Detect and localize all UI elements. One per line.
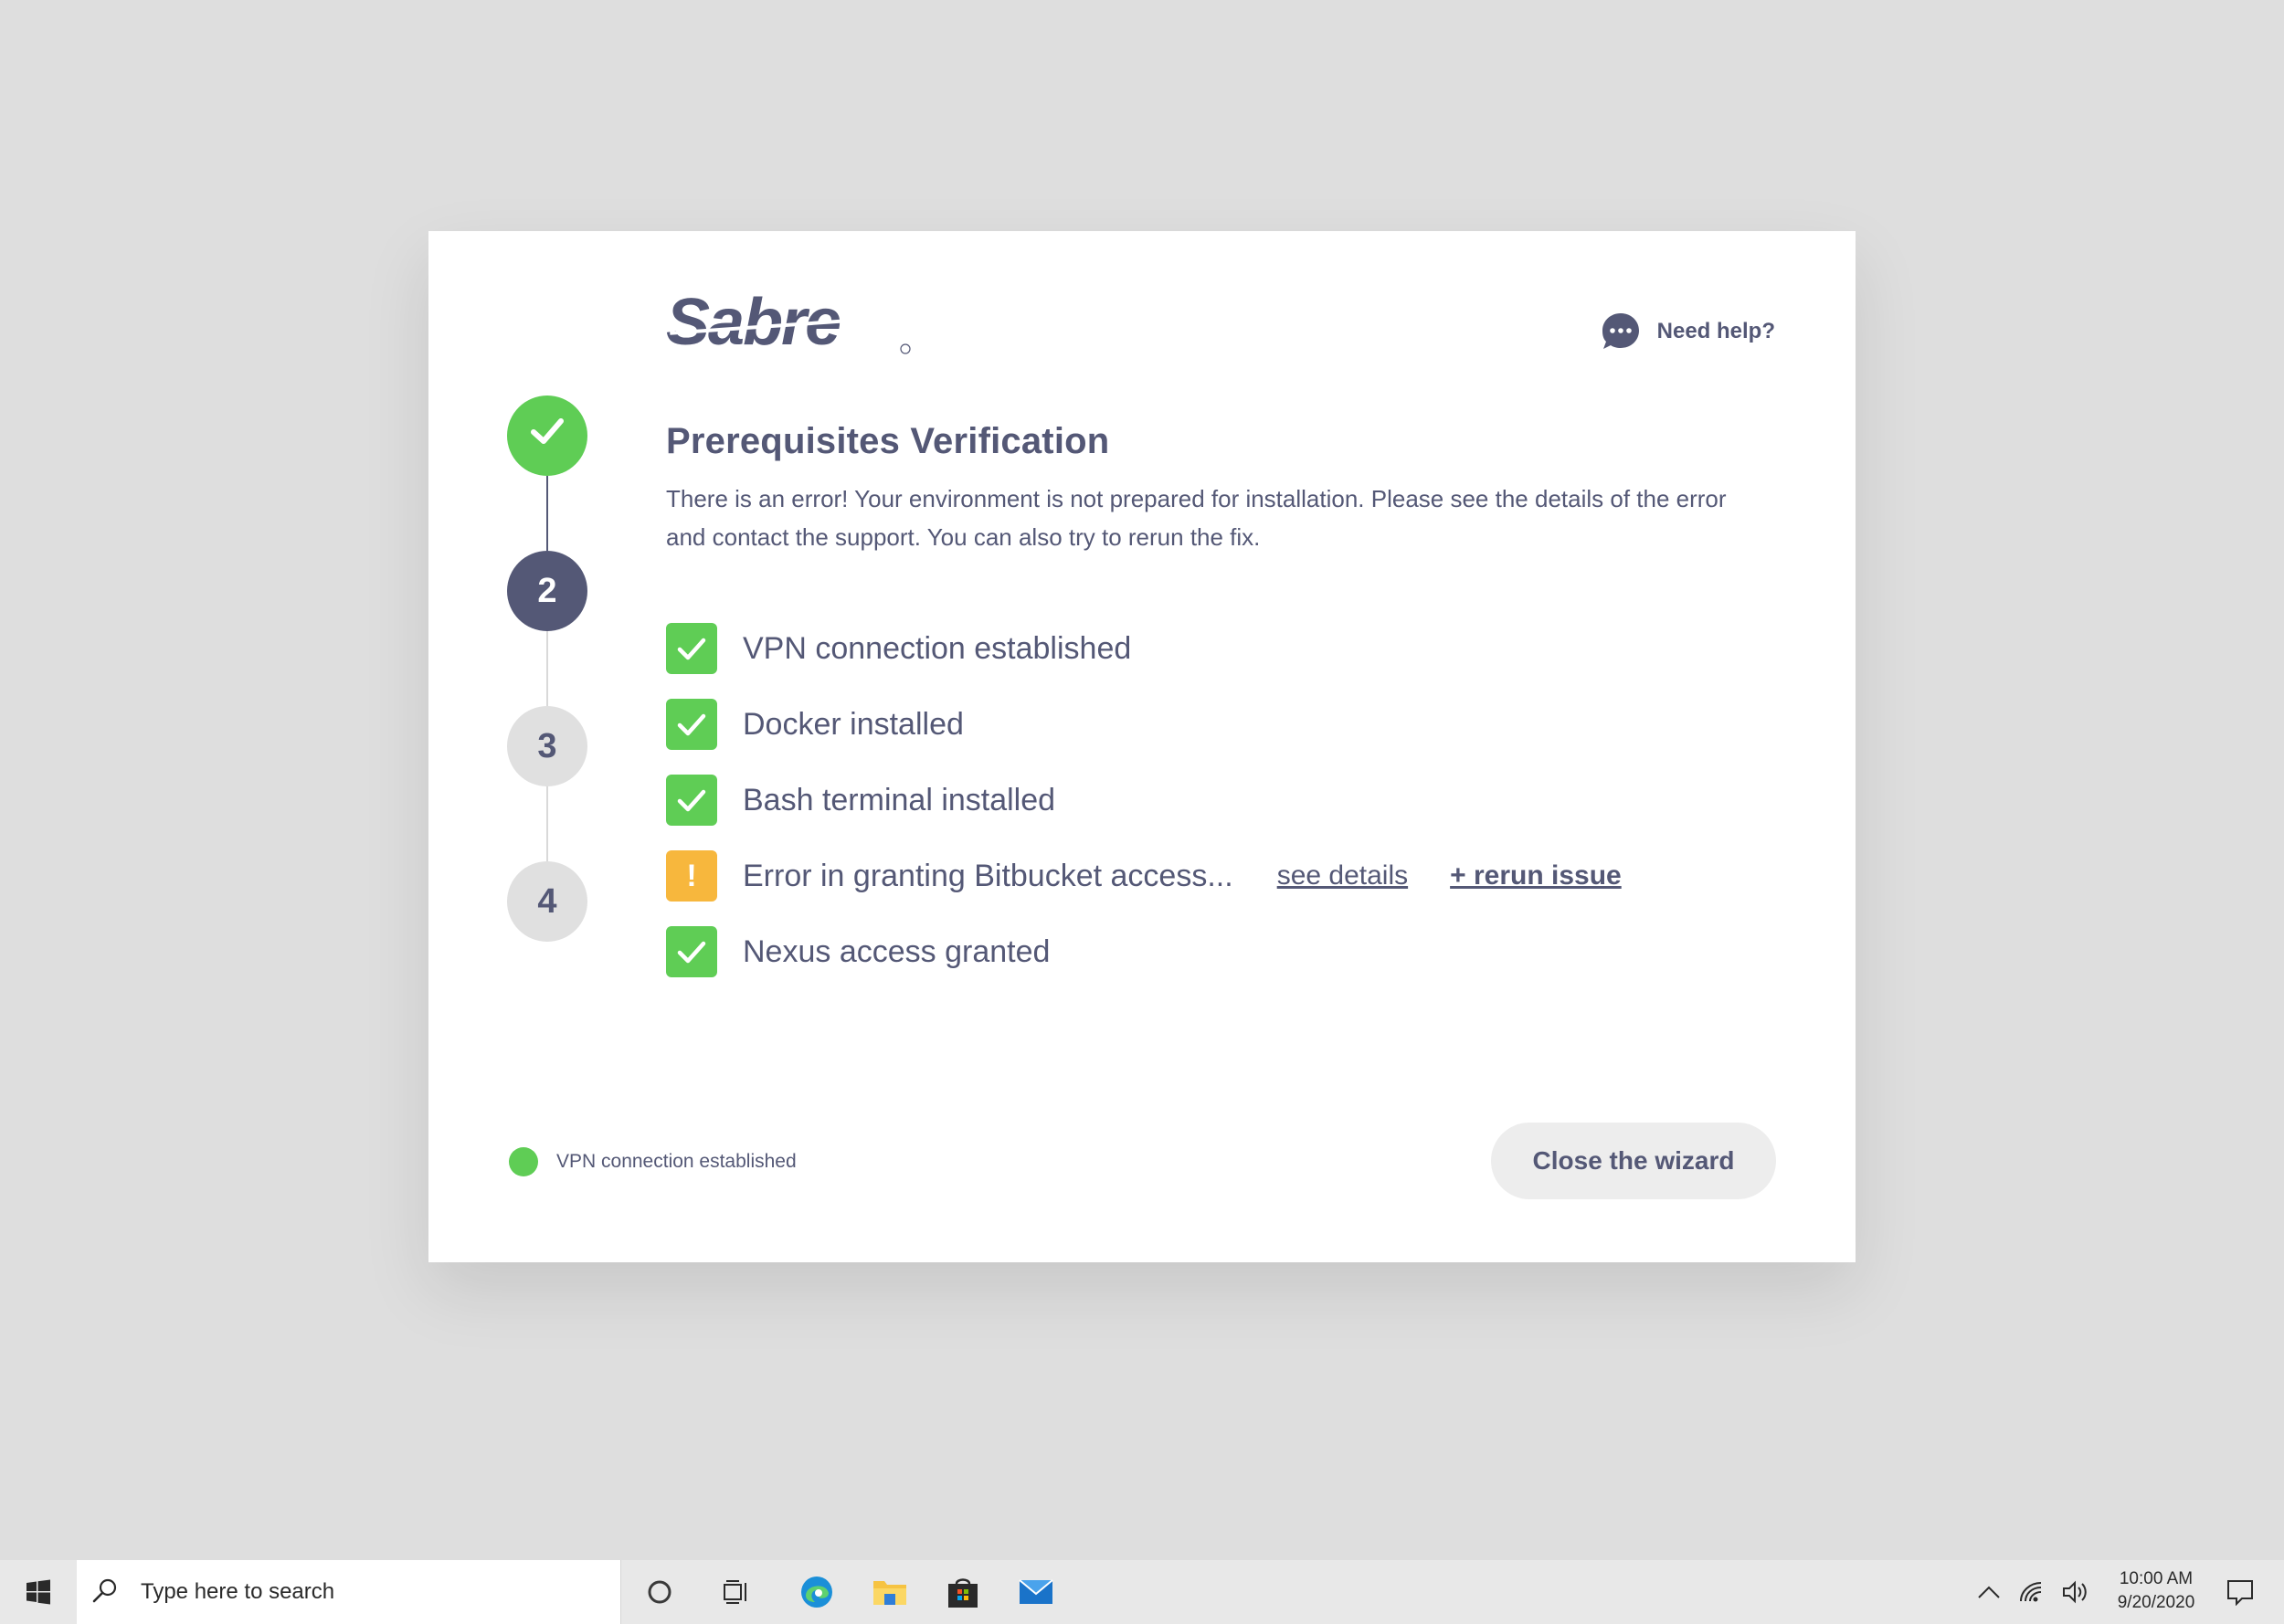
status-text: VPN connection established	[556, 1151, 797, 1172]
cortana-icon[interactable]	[640, 1560, 680, 1624]
step-connector-2	[546, 631, 548, 706]
taskbar-search[interactable]: Type here to search	[77, 1560, 621, 1624]
windows-start-icon[interactable]	[0, 1560, 77, 1624]
sabre-logo: Sabre	[666, 291, 911, 357]
exclamation-icon: !	[666, 850, 717, 902]
step-3-pending: 3	[507, 706, 587, 786]
clock-time: 10:00 AM	[2119, 1569, 2194, 1588]
check-label: Docker installed	[743, 706, 964, 742]
check-item-bash: Bash terminal installed	[666, 775, 1622, 826]
check-icon	[666, 926, 717, 977]
network-icon[interactable]	[2017, 1560, 2045, 1624]
check-icon	[666, 623, 717, 674]
check-icon	[666, 775, 717, 826]
step-2-number: 2	[537, 571, 557, 610]
step-1-complete	[507, 395, 587, 476]
wizard-stepper: 2 3 4	[507, 395, 587, 962]
need-help-link[interactable]: Need help?	[1601, 311, 1775, 352]
step-3-number: 3	[537, 726, 557, 765]
check-icon	[666, 699, 717, 750]
chat-bubble-icon	[1601, 311, 1641, 352]
search-placeholder: Type here to search	[141, 1579, 335, 1604]
check-label: Error in granting Bitbucket access...	[743, 858, 1233, 893]
step-connector-1	[546, 476, 548, 551]
step-4-number: 4	[537, 881, 557, 921]
installer-dialog: Sabre Need help? 2 3 4 Prerequisites Ver…	[428, 231, 1856, 1262]
page-description: There is an error! Your environment is n…	[666, 485, 1727, 551]
taskbar: Type here to search 10:00 AM 9/20/2020	[0, 1560, 2284, 1624]
check-label: Nexus access granted	[743, 933, 1051, 969]
close-wizard-button[interactable]: Close the wizard	[1491, 1123, 1776, 1199]
clock[interactable]: 10:00 AM 9/20/2020	[2101, 1567, 2211, 1615]
step-2-active: 2	[507, 551, 587, 631]
connection-status: VPN connection established	[509, 1147, 797, 1176]
rerun-issue-link[interactable]: + rerun issue	[1450, 860, 1622, 891]
check-icon	[526, 410, 568, 461]
prerequisite-list: VPN connection established Docker instal…	[666, 623, 1622, 1002]
file-explorer-icon[interactable]	[870, 1560, 910, 1624]
task-view-icon[interactable]	[716, 1560, 756, 1624]
search-icon	[91, 1577, 119, 1608]
check-item-docker: Docker installed	[666, 699, 1622, 750]
see-details-link[interactable]: see details	[1277, 860, 1408, 891]
page-title: Prerequisites Verification	[666, 421, 1110, 461]
check-item-nexus: Nexus access granted	[666, 926, 1622, 977]
mail-icon[interactable]	[1016, 1560, 1056, 1624]
step-connector-3	[546, 786, 548, 861]
check-label: VPN connection established	[743, 630, 1132, 666]
status-dot-icon	[509, 1147, 538, 1176]
check-label: Bash terminal installed	[743, 782, 1056, 817]
store-icon[interactable]	[943, 1560, 983, 1624]
chevron-up-icon[interactable]	[1975, 1560, 2003, 1624]
edge-browser-icon[interactable]	[797, 1560, 837, 1624]
notifications-icon[interactable]	[2224, 1560, 2257, 1624]
check-item-bitbucket: ! Error in granting Bitbucket access... …	[666, 850, 1622, 902]
volume-icon[interactable]	[2061, 1560, 2088, 1624]
clock-date: 9/20/2020	[2117, 1593, 2195, 1612]
need-help-label: Need help?	[1656, 319, 1775, 343]
check-item-vpn: VPN connection established	[666, 623, 1622, 674]
step-4-pending: 4	[507, 861, 587, 942]
